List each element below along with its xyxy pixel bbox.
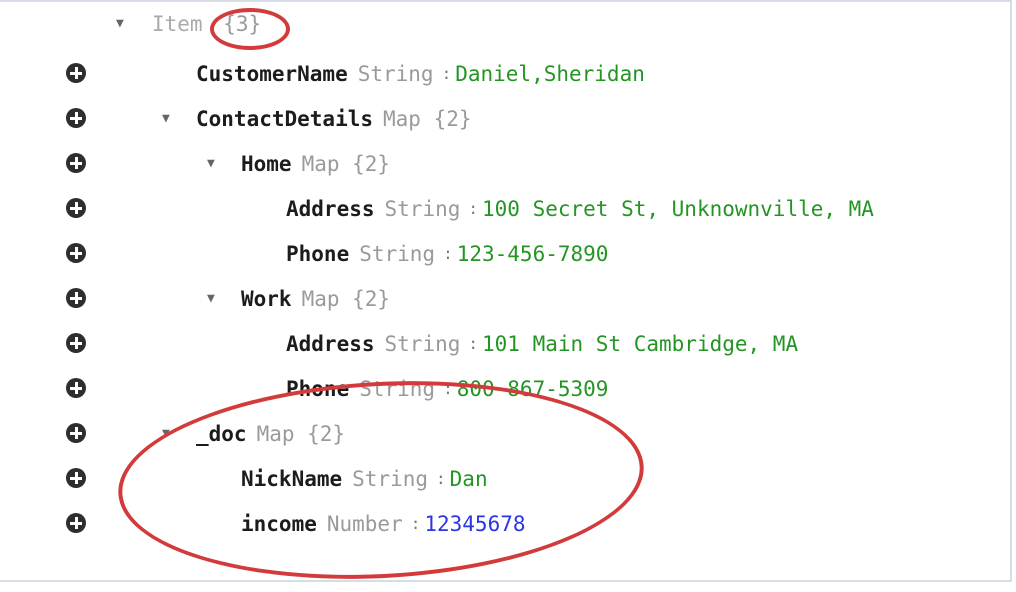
colon-separator: : xyxy=(436,469,446,488)
attribute-line: CustomerName String: Daniel,Sheridan xyxy=(196,60,645,88)
attribute-key: _doc xyxy=(196,422,247,446)
colon-separator: : xyxy=(443,244,453,263)
attribute-value[interactable]: Daniel,Sheridan xyxy=(455,62,645,86)
attribute-line: Work Map {2} xyxy=(241,285,390,313)
attribute-key: Address xyxy=(286,332,375,356)
colon-separator: : xyxy=(441,64,452,83)
attribute-line: ContactDetails Map {2} xyxy=(196,105,472,133)
attribute-value[interactable]: Dan xyxy=(450,467,488,491)
attribute-line: Phone String:123-456-7890 xyxy=(286,240,608,268)
attribute-key: Home xyxy=(241,152,292,176)
colon-separator: : xyxy=(468,334,479,353)
attribute-line: Address String:100 Secret St, Unknownvill… xyxy=(286,195,874,223)
attribute-type: Map {2} xyxy=(301,152,391,176)
plus-circle-icon[interactable] xyxy=(66,468,86,488)
tree-row: Phone String:123-456-7890 xyxy=(0,232,1016,277)
attribute-key: income xyxy=(241,512,317,536)
attribute-type: String xyxy=(359,242,436,266)
colon-separator: : xyxy=(443,379,453,398)
caret-down-icon[interactable]: ▼ xyxy=(162,422,170,446)
attribute-line: _doc Map {2} xyxy=(196,420,345,448)
caret-down-icon[interactable]: ▼ xyxy=(162,107,170,131)
attribute-line: Phone String:800-867-5309 xyxy=(286,375,608,403)
caret-down-icon[interactable]: ▼ xyxy=(207,152,215,176)
tree-row: Address String:100 Secret St, Unknownvill… xyxy=(0,187,1016,232)
attribute-value[interactable]: 101 Main St Cambridge, MA xyxy=(482,332,798,356)
attribute-key: Address xyxy=(286,197,375,221)
tree-row: ▼ ContactDetails Map {2} xyxy=(0,97,1016,142)
attribute-key: Phone xyxy=(286,242,350,266)
plus-circle-icon[interactable] xyxy=(66,243,86,263)
tree-row: ▼ Work Map {2} xyxy=(0,277,1016,322)
attribute-type: Map {2} xyxy=(301,287,391,311)
plus-circle-icon[interactable] xyxy=(66,198,86,218)
attribute-value[interactable]: 800-867-5309 xyxy=(457,377,609,401)
tree-row: Address String:101 Main St Cambridge, MA xyxy=(0,322,1016,367)
attribute-line: Address String:101 Main St Cambridge, MA xyxy=(286,330,798,358)
caret-down-icon[interactable]: ▼ xyxy=(207,287,215,311)
caret-down-icon[interactable]: ▼ xyxy=(116,12,124,36)
attribute-key: ContactDetails xyxy=(196,107,374,131)
attribute-key: Phone xyxy=(286,377,350,401)
tree-row: NickName String: Dan xyxy=(0,457,1016,502)
plus-circle-icon[interactable] xyxy=(66,378,86,398)
tree-row: CustomerName String: Daniel,Sheridan xyxy=(0,52,1016,97)
root-label: Item {3} xyxy=(152,10,261,38)
attribute-type: String xyxy=(352,467,429,491)
attribute-type: String xyxy=(384,197,461,221)
plus-circle-icon[interactable] xyxy=(66,63,86,83)
tree-row: ▼ _doc Map {2} xyxy=(0,412,1016,457)
tree-row-root: ▼ Item {3} xyxy=(0,6,1016,51)
attribute-value[interactable]: 100 Secret St, Unknownville, MA xyxy=(482,197,874,221)
attribute-line: Home Map {2} xyxy=(241,150,390,178)
plus-circle-icon[interactable] xyxy=(66,333,86,353)
tree-row: income Number:12345678 xyxy=(0,502,1016,547)
colon-separator: : xyxy=(410,514,421,533)
attribute-type: Number xyxy=(326,512,403,536)
attribute-key: NickName xyxy=(241,467,343,491)
tree-row: Phone String:800-867-5309 xyxy=(0,367,1016,412)
plus-circle-icon[interactable] xyxy=(66,513,86,533)
attribute-type: String xyxy=(359,377,436,401)
root-key: Item xyxy=(152,12,203,36)
plus-circle-icon[interactable] xyxy=(66,423,86,443)
attribute-line: NickName String: Dan xyxy=(241,465,488,493)
colon-separator: : xyxy=(468,199,479,218)
attribute-key: Work xyxy=(241,287,292,311)
document-tree-panel: ▼ Item {3} CustomerName String: Daniel,She… xyxy=(0,0,1012,592)
attribute-line: income Number:12345678 xyxy=(241,510,526,538)
plus-circle-icon[interactable] xyxy=(66,108,86,128)
attribute-value[interactable]: 12345678 xyxy=(424,512,525,536)
attribute-key: CustomerName xyxy=(196,62,348,86)
root-type: {3} xyxy=(223,12,262,36)
tree-row: ▼ Home Map {2} xyxy=(0,142,1016,187)
attribute-type: String xyxy=(384,332,461,356)
attribute-value[interactable]: 123-456-7890 xyxy=(457,242,609,266)
attribute-type: Map {2} xyxy=(383,107,472,131)
attribute-type: String xyxy=(357,62,434,86)
plus-circle-icon[interactable] xyxy=(66,288,86,308)
plus-circle-icon[interactable] xyxy=(66,153,86,173)
attribute-type: Map {2} xyxy=(256,422,346,446)
